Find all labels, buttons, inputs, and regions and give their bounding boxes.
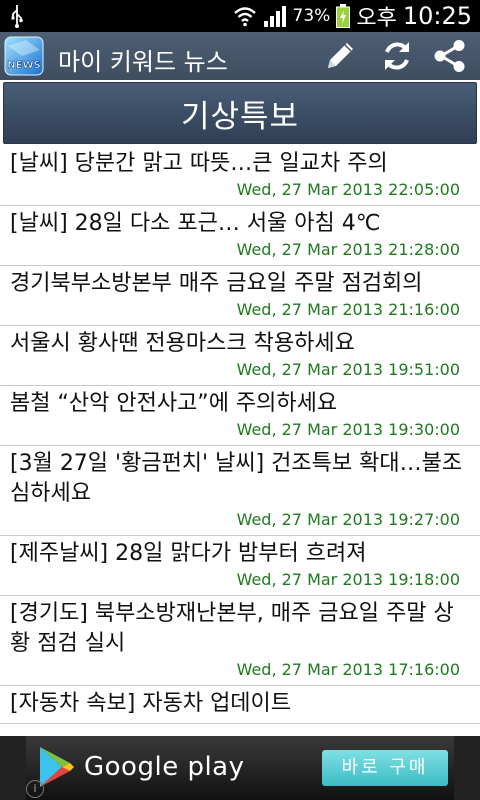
news-title: 경기북부소방본부 매주 금요일 주말 점검회의 — [10, 271, 423, 296]
news-title: 봄철 “산악 안전사고”에 주의하세요 — [10, 391, 338, 416]
news-title: [경기도] 북부소방재난본부, 매주 금요일 주말 상황 점검 실시 — [10, 601, 454, 656]
news-date: Wed, 27 Mar 2013 19:27:00 — [236, 510, 460, 529]
news-app-icon[interactable]: NEWS — [4, 36, 44, 76]
news-title: 서울시 황사땐 전용마스크 착용하세요 — [10, 331, 355, 356]
news-item[interactable]: 서울시 황사땐 전용마스크 착용하세요 Wed, 27 Mar 2013 19:… — [0, 326, 480, 386]
news-title: [자동차 속보] 자동차 업데이트 — [10, 691, 292, 716]
news-item[interactable]: [3월 27일 '황금펀치' 날씨] 건조특보 확대…불조심하세요 Wed, 2… — [0, 446, 480, 536]
news-title: [3월 27일 '황금펀치' 날씨] 건조특보 확대…불조심하세요 — [10, 451, 463, 506]
google-play-text: Google play — [84, 752, 245, 782]
edit-icon[interactable] — [322, 38, 358, 74]
ad-banner[interactable]: Google play 바로 구매 i — [26, 736, 454, 800]
news-item[interactable]: 경기북부소방본부 매주 금요일 주말 점검회의 Wed, 27 Mar 2013… — [0, 266, 480, 326]
news-date: Wed, 27 Mar 2013 21:16:00 — [236, 300, 460, 319]
news-date: Wed, 27 Mar 2013 19:30:00 — [236, 420, 460, 439]
news-date: Wed, 27 Mar 2013 22:05:00 — [236, 180, 460, 199]
status-ampm: 오후 — [356, 6, 397, 31]
status-bar: 73% 오후 10:25 — [0, 0, 480, 32]
news-item[interactable]: [날씨] 28일 다소 포근… 서울 아침 4℃ Wed, 27 Mar 201… — [0, 206, 480, 266]
news-item[interactable]: [날씨] 당분간 맑고 따뜻…큰 일교차 주의 Wed, 27 Mar 2013… — [0, 146, 480, 206]
action-bar: NEWS 마이 키워드 뉴스 — [0, 32, 480, 80]
section-header: 기상특보 — [0, 80, 480, 146]
news-item[interactable]: [경기도] 북부소방재난본부, 매주 금요일 주말 상황 점검 실시 Wed, … — [0, 596, 480, 686]
news-date: Wed, 27 Mar 2013 19:18:00 — [236, 570, 460, 589]
news-item[interactable]: [자동차 속보] 자동차 업데이트 — [0, 686, 480, 724]
refresh-icon[interactable] — [379, 38, 415, 74]
news-title: [날씨] 당분간 맑고 따뜻…큰 일교차 주의 — [10, 151, 388, 176]
usb-icon — [11, 5, 23, 28]
news-list[interactable]: [날씨] 당분간 맑고 따뜻…큰 일교차 주의 Wed, 27 Mar 2013… — [0, 146, 480, 736]
app-title: 마이 키워드 뉴스 — [58, 48, 228, 76]
news-date: Wed, 27 Mar 2013 21:28:00 — [236, 240, 460, 259]
news-date: Wed, 27 Mar 2013 19:51:00 — [236, 360, 460, 379]
svg-text:NEWS: NEWS — [7, 60, 40, 71]
news-date: Wed, 27 Mar 2013 17:16:00 — [236, 660, 460, 679]
news-title: [제주날씨] 28일 맑다가 밤부터 흐려져 — [10, 541, 367, 566]
status-clock: 10:25 — [402, 2, 472, 30]
section-title: 기상특보 — [3, 82, 477, 144]
news-item[interactable]: [제주날씨] 28일 맑다가 밤부터 흐려져 Wed, 27 Mar 2013 … — [0, 536, 480, 596]
signal-icon — [263, 6, 286, 27]
news-date — [10, 719, 470, 723]
news-title: [날씨] 28일 다소 포근… 서울 아침 4℃ — [10, 211, 381, 236]
battery-charging-icon — [336, 4, 351, 28]
ad-info-icon[interactable]: i — [26, 780, 44, 798]
share-icon[interactable] — [432, 38, 468, 74]
news-item[interactable]: 봄철 “산악 안전사고”에 주의하세요 Wed, 27 Mar 2013 19:… — [0, 386, 480, 446]
battery-percent: 73% — [292, 6, 331, 26]
buy-now-button[interactable]: 바로 구매 — [322, 750, 448, 786]
wifi-icon — [233, 7, 256, 27]
